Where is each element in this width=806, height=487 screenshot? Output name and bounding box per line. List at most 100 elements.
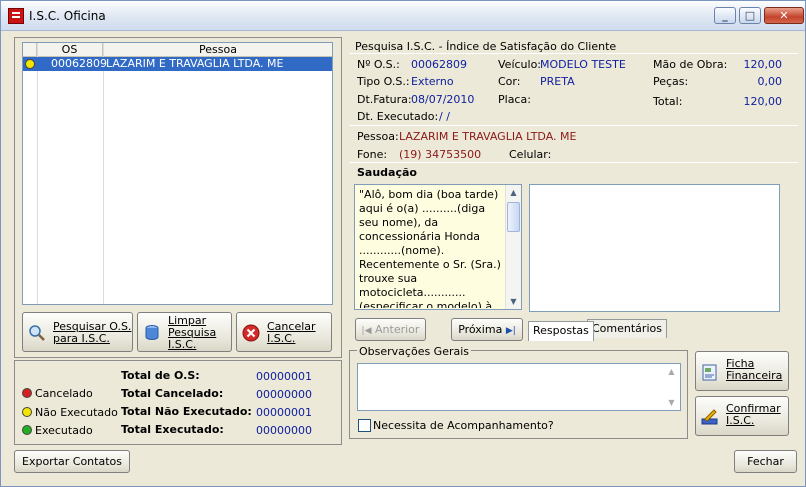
cor-label: Cor: — [498, 75, 521, 88]
divider — [349, 162, 798, 163]
veiculo-value: MODELO TESTE — [540, 58, 626, 71]
limpar-pesquisa-button[interactable]: Limpar Pesquisa I.S.C. — [137, 312, 232, 352]
exportar-label: Exportar Contatos — [22, 455, 122, 468]
veiculo-label: Veículo: — [498, 58, 542, 71]
scroll-down-icon[interactable]: ▼ — [664, 395, 679, 410]
tipo-label: Tipo O.S.: — [357, 75, 410, 88]
pessoa-value: LAZARIM E TRAVAGLIA LTDA. ME — [399, 130, 577, 143]
executado-dot-icon — [22, 425, 32, 435]
magnifier-icon — [29, 325, 45, 341]
observacoes-scrollbar[interactable]: ▲ ▼ — [664, 364, 680, 410]
total-nao-executado-label: Total Não Executado: — [121, 405, 252, 418]
ficha-financeira-icon — [702, 364, 717, 381]
total-cancelado-label: Total Cancelado: — [121, 387, 224, 400]
saudacao-scrollbar[interactable]: ▲ ▼ — [505, 185, 521, 309]
saudacao-text-area[interactable]: "Alô, bom dia (boa tarde) aqui é o(a) ..… — [354, 184, 522, 310]
observacoes-text-area[interactable]: ▲ ▼ — [357, 363, 681, 411]
cancelado-dot-icon — [22, 388, 32, 398]
scroll-down-icon[interactable]: ▼ — [506, 294, 521, 309]
window-title: I.S.C. Oficina — [29, 9, 106, 23]
minimize-icon: _ — [722, 9, 728, 22]
legend-executado: Executado — [35, 424, 93, 437]
tab-respostas[interactable]: Respostas — [528, 321, 594, 341]
minimize-button[interactable]: _ — [714, 7, 736, 24]
scroll-thumb[interactable] — [507, 202, 520, 232]
grid-header: OS Pessoa — [23, 43, 332, 57]
first-arrow-icon: |◀ — [361, 326, 372, 336]
executado-value: / / — [439, 110, 450, 123]
tab-comentarios[interactable]: Comentários — [587, 319, 667, 338]
fatura-value: 08/07/2010 — [411, 93, 475, 106]
divider — [349, 125, 798, 126]
acompanhamento-checkbox[interactable] — [358, 419, 371, 432]
cancel-x-icon — [242, 324, 260, 342]
saudacao-title: Saudação — [357, 166, 417, 179]
scroll-up-icon[interactable]: ▲ — [506, 185, 521, 200]
total-executado-value: 00000000 — [256, 424, 312, 437]
os-grid[interactable]: OS Pessoa 00062809 LAZARIM E TRAVAGLIA L… — [22, 42, 333, 305]
exportar-contatos-button[interactable]: Exportar Contatos — [14, 450, 130, 473]
status-dot-icon — [25, 59, 35, 69]
total-os-value: 00000001 — [256, 370, 312, 383]
proxima-text: Próxima — [458, 323, 503, 336]
divider — [349, 53, 798, 54]
main-window: I.S.C. Oficina _ □ ✕ OS Pessoa 00062809 … — [0, 0, 806, 487]
anterior-text: Anterior — [375, 323, 420, 336]
legend-cancelado: Cancelado — [35, 387, 93, 400]
tipo-value: Externo — [411, 75, 454, 88]
row-os: 00062809 — [51, 57, 107, 70]
fatura-label: Dt.Fatura: — [357, 93, 412, 106]
row-pessoa: LAZARIM E TRAVAGLIA LTDA. ME — [106, 57, 284, 70]
acompanhamento-label: Necessita de Acompanhamento? — [373, 419, 554, 432]
table-row[interactable]: 00062809 LAZARIM E TRAVAGLIA LTDA. ME — [23, 57, 332, 71]
observacoes-title: Observações Gerais — [357, 345, 472, 358]
confirm-pen-icon — [701, 409, 718, 425]
grid-divider — [103, 43, 104, 304]
nao-executado-dot-icon — [22, 407, 32, 417]
grid-divider — [37, 43, 38, 304]
maximize-button[interactable]: □ — [739, 7, 761, 24]
fone-label: Fone: — [357, 148, 388, 161]
grid-header-status — [23, 43, 37, 57]
app-logo-icon — [8, 8, 24, 24]
os-value: 00062809 — [411, 58, 467, 71]
total-cancelado-value: 00000000 — [256, 388, 312, 401]
title-bar: I.S.C. Oficina _ □ ✕ — [1, 1, 805, 31]
legend-nao-executado: Não Executado — [35, 406, 118, 419]
ficha-financeira-button[interactable]: Ficha Financeira — [695, 351, 789, 391]
confirmar-label: Confirmar I.S.C. — [726, 402, 781, 427]
pesquisar-button[interactable]: Pesquisar O.S. para I.S.C. — [22, 312, 133, 352]
total-os-label: Total de O.S: — [121, 369, 200, 382]
scroll-up-icon[interactable]: ▲ — [664, 364, 679, 379]
ficha-financeira-label: Ficha Financeira — [726, 357, 783, 382]
os-label: Nº O.S.: — [357, 58, 400, 71]
fechar-label: Fechar — [747, 455, 784, 468]
total-value: 120,00 — [743, 95, 783, 108]
database-clear-icon — [145, 325, 159, 340]
saudacao-text: "Alô, bom dia (boa tarde) aqui é o(a) ..… — [359, 188, 501, 308]
next-arrow-icon: ▶| — [505, 326, 516, 336]
total-label: Total: — [653, 95, 683, 108]
close-button[interactable]: ✕ — [764, 7, 804, 24]
mao-obra-value: 120,00 — [743, 58, 783, 71]
anterior-label: |◀ Anterior — [356, 319, 425, 342]
fechar-button[interactable]: Fechar — [734, 450, 797, 473]
grid-header-pessoa[interactable]: Pessoa — [103, 43, 333, 57]
grid-header-os[interactable]: OS — [37, 43, 103, 57]
cancelar-isc-button[interactable]: Cancelar I.S.C. — [236, 312, 332, 352]
anterior-button[interactable]: |◀ Anterior — [355, 318, 426, 341]
total-executado-label: Total Executado: — [121, 423, 224, 436]
close-icon: ✕ — [779, 9, 789, 22]
proxima-button[interactable]: Próxima ▶| — [451, 318, 523, 341]
executado-label: Dt. Executado: — [357, 110, 439, 123]
proxima-label: Próxima ▶| — [452, 319, 522, 342]
pesquisar-label: Pesquisar O.S. para I.S.C. — [53, 320, 132, 345]
placa-label: Placa: — [498, 93, 531, 106]
confirmar-isc-button[interactable]: Confirmar I.S.C. — [695, 396, 789, 436]
celular-label: Celular: — [509, 148, 552, 161]
limpar-label: Limpar Pesquisa I.S.C. — [168, 314, 217, 351]
pecas-value: 0,00 — [757, 75, 783, 88]
total-nao-executado-value: 00000001 — [256, 406, 312, 419]
resposta-box[interactable] — [529, 184, 780, 312]
maximize-icon: □ — [744, 9, 756, 22]
